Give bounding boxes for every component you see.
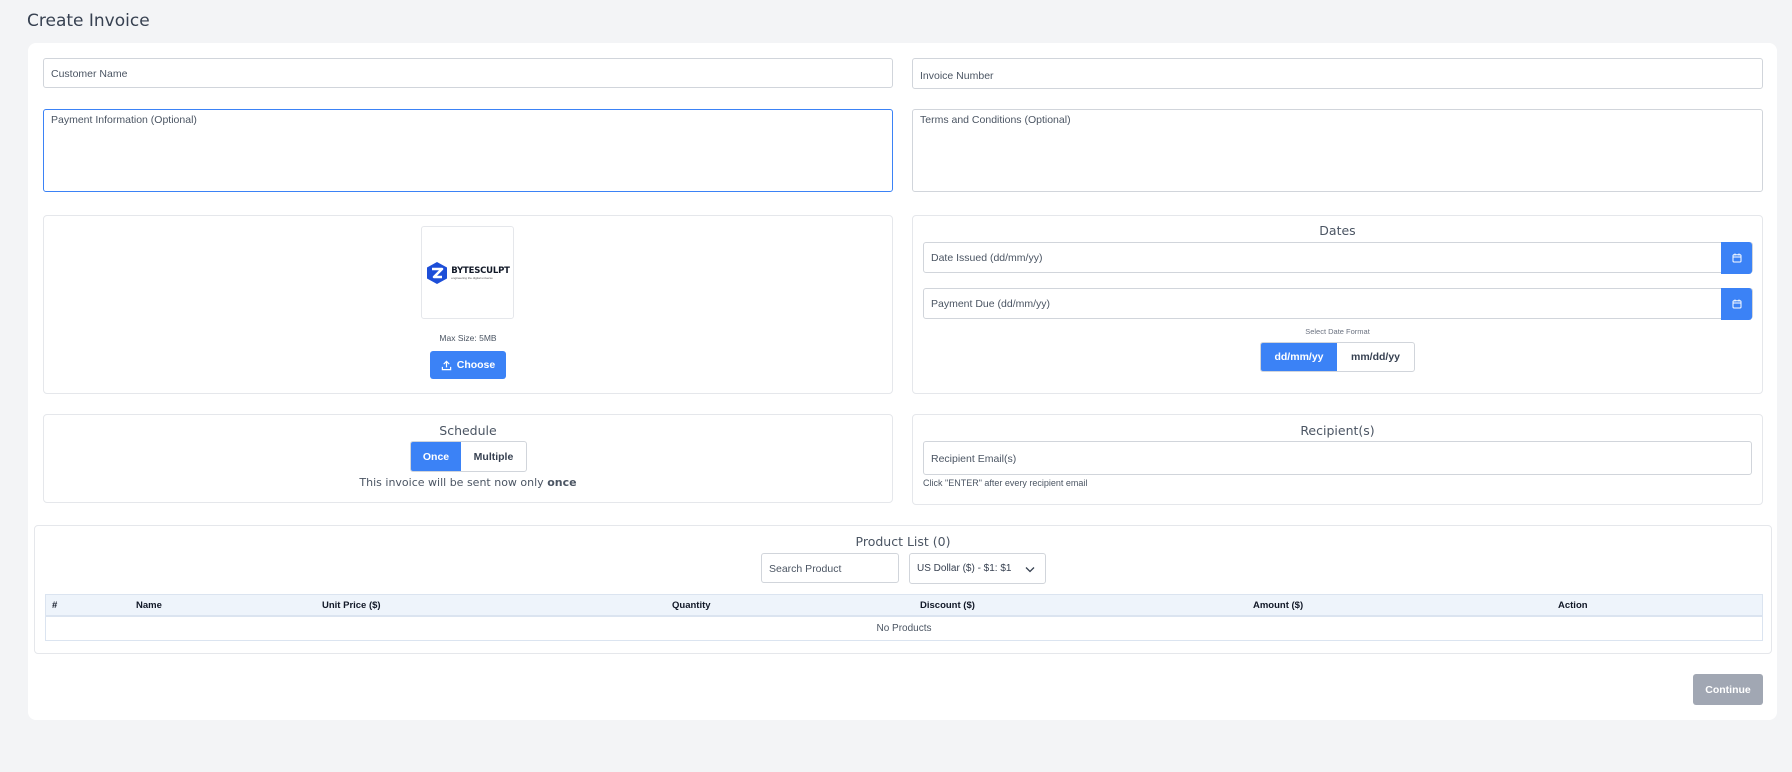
product-list-title: Product List (0)	[855, 534, 951, 549]
customer-name-input[interactable]: Customer Name	[43, 58, 893, 88]
search-product-placeholder: Search Product	[769, 563, 842, 575]
dates-title: Dates	[1319, 223, 1356, 238]
brand-tagline: engineering the digital universe	[451, 275, 493, 280]
terms-textarea[interactable]: Terms and Conditions (Optional)	[912, 109, 1763, 192]
currency-select[interactable]: US Dollar ($) - $1: $1	[909, 553, 1046, 584]
choose-logo-button[interactable]: Choose	[430, 351, 506, 379]
schedule-note-text: This invoice will be sent now only	[359, 476, 544, 489]
calendar-icon	[1732, 253, 1741, 263]
schedule-note: This invoice will be sent now only once	[44, 476, 892, 489]
brand-logo-mark-icon	[427, 261, 448, 284]
schedule-title: Schedule	[439, 423, 497, 438]
date-issued-input[interactable]: Date Issued (dd/mm/yy)	[923, 242, 1753, 274]
payment-due-calendar-button[interactable]	[1721, 288, 1752, 320]
customer-name-placeholder: Customer Name	[51, 68, 128, 80]
schedule-panel: Schedule Once Multiple This invoice will…	[43, 414, 893, 503]
product-list-panel: Product List (0) Search Product US Dolla…	[34, 525, 1772, 654]
payment-due-placeholder: Payment Due (dd/mm/yy)	[931, 298, 1051, 310]
currency-value: US Dollar ($) - $1: $1	[917, 563, 1012, 574]
date-format-mm-dd-yy[interactable]: mm/dd/yy	[1337, 343, 1414, 371]
recipients-title: Recipient(s)	[1300, 423, 1375, 438]
calendar-icon	[1732, 299, 1741, 309]
invoice-form-card: Customer Name Invoice Number Payment Inf…	[28, 43, 1777, 720]
empty-products-row: No Products	[876, 623, 932, 634]
choose-label: Choose	[456, 359, 496, 371]
date-issued-placeholder: Date Issued (dd/mm/yy)	[931, 252, 1043, 264]
dates-panel: Dates Date Issued (dd/mm/yy) Payment Due…	[912, 215, 1763, 394]
column-header-action: Action	[1558, 600, 1588, 611]
column-header-name: Name	[136, 600, 162, 611]
brand-name: BYTESCULPT	[451, 265, 510, 276]
max-size-note: Max Size: 5MB	[439, 333, 497, 343]
page-title: Create Invoice	[27, 11, 150, 31]
brand-logo: BYTESCULPT engineering the digital unive…	[425, 261, 510, 285]
schedule-toggle: Once Multiple	[410, 441, 527, 472]
schedule-once-option[interactable]: Once	[411, 442, 461, 471]
upload-icon	[441, 360, 451, 370]
products-table-header: # Name Unit Price ($) Quantity Discount …	[46, 595, 1762, 617]
logo-upload-panel: BYTESCULPT engineering the digital unive…	[43, 215, 893, 394]
recipients-panel: Recipient(s) Recipient Email(s) Click "E…	[912, 414, 1763, 505]
payment-due-input[interactable]: Payment Due (dd/mm/yy)	[923, 288, 1753, 320]
products-table: # Name Unit Price ($) Quantity Discount …	[45, 594, 1763, 641]
terms-placeholder: Terms and Conditions (Optional)	[920, 114, 1071, 126]
date-format-label: Select Date Format	[1305, 327, 1370, 336]
search-product-input[interactable]: Search Product	[761, 553, 899, 583]
column-header-discount: Discount ($)	[920, 600, 975, 611]
recipient-hint: Click "ENTER" after every recipient emai…	[923, 478, 1088, 488]
date-format-dd-mm-yy[interactable]: dd/mm/yy	[1261, 343, 1337, 371]
invoice-number-placeholder: Invoice Number	[920, 70, 994, 82]
invoice-number-input[interactable]: Invoice Number	[912, 58, 1763, 89]
schedule-note-bold: once	[547, 476, 577, 489]
schedule-multiple-option[interactable]: Multiple	[461, 442, 526, 471]
date-format-toggle: dd/mm/yy mm/dd/yy	[1260, 342, 1415, 372]
recipient-email-placeholder: Recipient Email(s)	[931, 453, 1017, 465]
payment-info-placeholder: Payment Information (Optional)	[51, 114, 197, 126]
column-header-unit-price: Unit Price ($)	[322, 600, 381, 611]
continue-button[interactable]: Continue	[1693, 674, 1763, 705]
column-header-quantity: Quantity	[672, 600, 711, 611]
payment-info-textarea[interactable]: Payment Information (Optional)	[43, 109, 893, 192]
logo-preview: BYTESCULPT engineering the digital unive…	[421, 226, 514, 319]
column-header-index: #	[52, 600, 58, 611]
date-issued-calendar-button[interactable]	[1721, 242, 1752, 274]
column-header-amount: Amount ($)	[1253, 600, 1304, 611]
chevron-down-icon	[1025, 567, 1035, 573]
recipient-email-input[interactable]: Recipient Email(s)	[923, 441, 1752, 475]
